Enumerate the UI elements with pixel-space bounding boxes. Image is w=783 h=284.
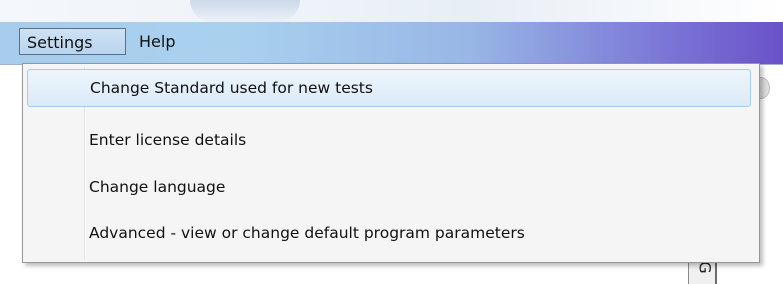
window-title-strip [0,0,783,22]
menu-bar: Settings Help [0,22,783,65]
background-partial-text: G [695,261,715,274]
menu-settings[interactable]: Settings [19,28,126,55]
menu-item-change-standard[interactable]: Change Standard used for new tests [27,69,751,107]
menu-item-label: Enter license details [89,131,247,149]
menu-item-label: Change language [89,178,226,196]
menu-item-advanced-parameters[interactable]: Advanced - view or change default progra… [27,214,751,252]
menu-item-license-details[interactable]: Enter license details [27,121,751,159]
menu-help[interactable]: Help [132,28,192,55]
title-glow [190,0,300,22]
settings-dropdown-menu: Change Standard used for new tests Enter… [22,63,760,263]
menu-item-label: Advanced - view or change default progra… [89,224,525,242]
menu-item-change-language[interactable]: Change language [27,168,751,206]
menu-item-label: Change Standard used for new tests [90,79,373,97]
